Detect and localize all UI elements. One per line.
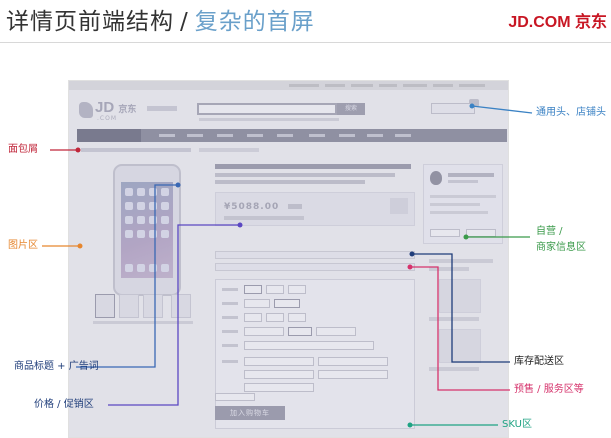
mock-cart (431, 103, 475, 114)
mock-search-button: 搜索 (337, 103, 365, 115)
jd-dog-icon (79, 102, 93, 118)
label-stock: 库存配送区 (514, 356, 564, 367)
mock-breadcrumb (81, 148, 191, 152)
label-header: 通用头、店铺头 (536, 107, 606, 118)
mock-slogan (147, 106, 177, 111)
mock-phone-image (113, 164, 181, 296)
title-divider (0, 42, 611, 43)
mock-thumbnails (93, 294, 197, 322)
mock-stock-delivery (215, 251, 415, 259)
mock-hotwords (199, 118, 339, 121)
mock-recommendations (425, 259, 501, 409)
mock-gallery-links (93, 321, 193, 324)
title-separator: / (180, 9, 189, 35)
label-seller-2: 商家信息区 (536, 242, 586, 253)
label-gallery: 图片区 (8, 240, 38, 251)
label-breadcrumb: 面包屑 (8, 144, 38, 155)
mock-seller-box (423, 164, 503, 244)
title-main: 详情页前端结构 (6, 9, 174, 35)
mock-ad-words (215, 173, 395, 177)
title-subtitle: 复杂的首屏 (194, 9, 315, 35)
label-presale: 预售 / 服务区等 (514, 384, 584, 395)
mock-topbar (69, 81, 508, 90)
mock-breadcrumb-shop (199, 148, 259, 152)
mock-price-box: ¥5088.00 (215, 192, 415, 226)
label-seller: 自营 / (536, 226, 563, 237)
mock-product-title (215, 164, 411, 169)
mock-quantity (215, 393, 255, 401)
slide-title: 详情页前端结构 / 复杂的首屏 (6, 2, 315, 36)
mock-nav-bar (77, 129, 507, 142)
mock-ad-words-2 (215, 180, 365, 184)
label-sku: SKU区 (502, 419, 532, 430)
label-price: 价格 / 促销区 (34, 399, 94, 410)
jd-brand-logo: JD.COM 京东 (508, 14, 607, 31)
mock-add-to-cart: 加入购物车 (215, 406, 285, 420)
apple-logo-icon (430, 171, 442, 185)
mock-search-input (197, 103, 337, 115)
label-title-ad: 商品标题 + 广告词 (14, 361, 99, 372)
mock-presale-service (215, 263, 415, 271)
mock-jd-logo: JD 京东 .COM (79, 98, 143, 124)
product-page-screenshot: JD 京东 .COM 搜索 ¥5088.00 加入购物车 (68, 80, 509, 438)
